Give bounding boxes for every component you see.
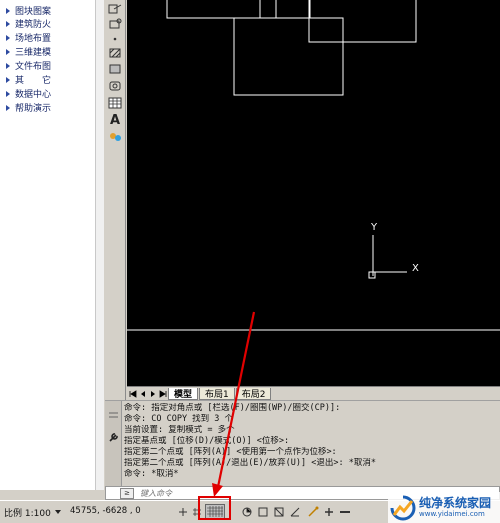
drawing-geometry xyxy=(127,0,500,331)
tab-layout2[interactable]: 布局2 xyxy=(235,387,272,400)
command-history: 命令: 指定对角点或 [栏选(F)/圈围(WP)/圈交(CP)]: 命令: CO… xyxy=(124,403,494,480)
ortho-icon xyxy=(242,507,251,516)
menu-item-file-layout[interactable]: 文件布图 xyxy=(6,59,51,72)
menu-item-block-pattern[interactable]: 图块图案 xyxy=(6,4,51,17)
menu-item-site-layout[interactable]: 场地布置 xyxy=(6,31,51,44)
infer-icon xyxy=(178,507,187,516)
menu-item-help-demo[interactable]: 帮助演示 xyxy=(6,101,51,114)
triangle-right-icon xyxy=(6,104,10,111)
command-history-line: 指定第二个点或 [阵列(A)] <使用第一个点作为位移>: xyxy=(124,447,337,457)
gradient-icon[interactable] xyxy=(107,62,123,76)
otrack-icon xyxy=(290,507,299,516)
multiline-text-icon[interactable]: A xyxy=(107,113,123,128)
tool-menu-panel: 图块图案 建筑防火 场地布置 三维建模 文件布图 其 它 数据中心 帮助演示 xyxy=(0,0,104,490)
command-history-line: 命令: CO COPY 找到 3 个 xyxy=(124,414,234,424)
polar-button[interactable] xyxy=(256,505,269,518)
insert-block-icon[interactable] xyxy=(107,2,123,16)
ucs-y-label: Y xyxy=(371,222,378,233)
menu-item-other[interactable]: 其 它 xyxy=(6,73,51,86)
triangle-right-icon xyxy=(6,62,10,69)
hatch-icon[interactable] xyxy=(107,46,123,60)
dynamic-ucs-button[interactable] xyxy=(306,505,319,518)
triangle-right-icon xyxy=(6,90,10,97)
add-selected-icon[interactable] xyxy=(107,129,123,143)
make-block-icon[interactable] xyxy=(107,17,123,31)
last-tab-button[interactable] xyxy=(158,389,167,399)
triangle-right-icon xyxy=(6,76,10,83)
lineweight-button[interactable] xyxy=(338,505,351,518)
table-icon[interactable] xyxy=(107,96,123,110)
dynamic-input-icon xyxy=(324,507,333,516)
annotation-highlight-box xyxy=(198,496,231,520)
panel-scrollbar[interactable] xyxy=(95,0,104,490)
triangle-right-icon xyxy=(6,48,10,55)
osnap-icon xyxy=(274,507,283,516)
otrack-button[interactable] xyxy=(288,505,301,518)
watermark-title: 纯净系统家园 xyxy=(419,496,492,510)
drawing-rectangle xyxy=(233,17,344,96)
command-history-line: 命令: 指定对角点或 [栏选(F)/圈围(WP)/圈交(CP)]: xyxy=(124,403,341,413)
first-tab-button[interactable] xyxy=(128,389,137,399)
ortho-button[interactable] xyxy=(240,505,253,518)
osnap-button[interactable] xyxy=(272,505,285,518)
command-window: 命令: 指定对角点或 [栏选(F)/圈围(WP)/圈交(CP)]: 命令: CO… xyxy=(105,400,500,487)
menu-item-fire-protection[interactable]: 建筑防火 xyxy=(6,17,51,30)
first-tab-icon xyxy=(129,389,136,398)
watermark: 纯净系统家园 www.yidaimei.com xyxy=(388,492,500,523)
ucs-x-label: X xyxy=(412,263,419,274)
drawing-rectangle xyxy=(308,0,417,43)
drawing-rectangle xyxy=(259,0,277,19)
prev-tab-button[interactable] xyxy=(138,389,147,399)
command-prompt-icon[interactable]: ≥ xyxy=(120,487,134,499)
dynamic-input-button[interactable] xyxy=(322,505,335,518)
menu-item-data-center[interactable]: 数据中心 xyxy=(6,87,51,100)
command-window-grip[interactable] xyxy=(105,401,122,487)
scale-selector[interactable]: 比例 1:100 xyxy=(4,506,51,519)
triangle-right-icon xyxy=(6,20,10,27)
wrench-icon xyxy=(109,412,118,442)
chevron-down-icon[interactable] xyxy=(55,510,61,514)
drawing-rectangle xyxy=(166,0,311,19)
region-icon[interactable] xyxy=(107,79,123,93)
command-history-line: 指定第二个点或 [阵列(A)/退出(E)/放弃(U)] <退出>: *取消* xyxy=(124,458,376,468)
triangle-right-icon xyxy=(6,34,10,41)
polar-icon xyxy=(258,507,267,516)
prev-tab-icon xyxy=(140,390,145,397)
command-input[interactable] xyxy=(140,488,390,498)
dynamic-ucs-icon xyxy=(307,506,318,517)
last-tab-icon xyxy=(159,389,166,398)
triangle-right-icon xyxy=(6,7,10,14)
command-history-line: 指定基点或 [位移(D)/模式(O)] <位移>: xyxy=(124,436,290,446)
watermark-logo-icon xyxy=(390,495,416,521)
drawing-canvas[interactable]: Y X xyxy=(127,0,500,386)
next-tab-icon xyxy=(150,390,155,397)
draw-toolbar: A xyxy=(104,0,126,400)
ucs-icon xyxy=(368,235,407,279)
layout-tabs-bar: 模型 布局1 布局2 xyxy=(127,386,500,400)
menu-item-3d-modeling[interactable]: 三维建模 xyxy=(6,45,51,58)
cursor-coordinates: 45755, -6628 , 0 xyxy=(70,506,141,516)
tab-model[interactable]: 模型 xyxy=(168,387,199,400)
infer-constraints-button[interactable] xyxy=(176,505,189,518)
tab-layout1[interactable]: 布局1 xyxy=(199,387,235,400)
watermark-url: www.yidaimei.com xyxy=(419,510,485,518)
next-tab-button[interactable] xyxy=(148,389,157,399)
lineweight-icon xyxy=(339,510,350,513)
command-history-line: 命令: *取消* xyxy=(124,469,179,479)
point-icon[interactable] xyxy=(107,32,123,46)
command-history-line: 当前设置: 复制模式 = 多个 xyxy=(124,425,235,435)
